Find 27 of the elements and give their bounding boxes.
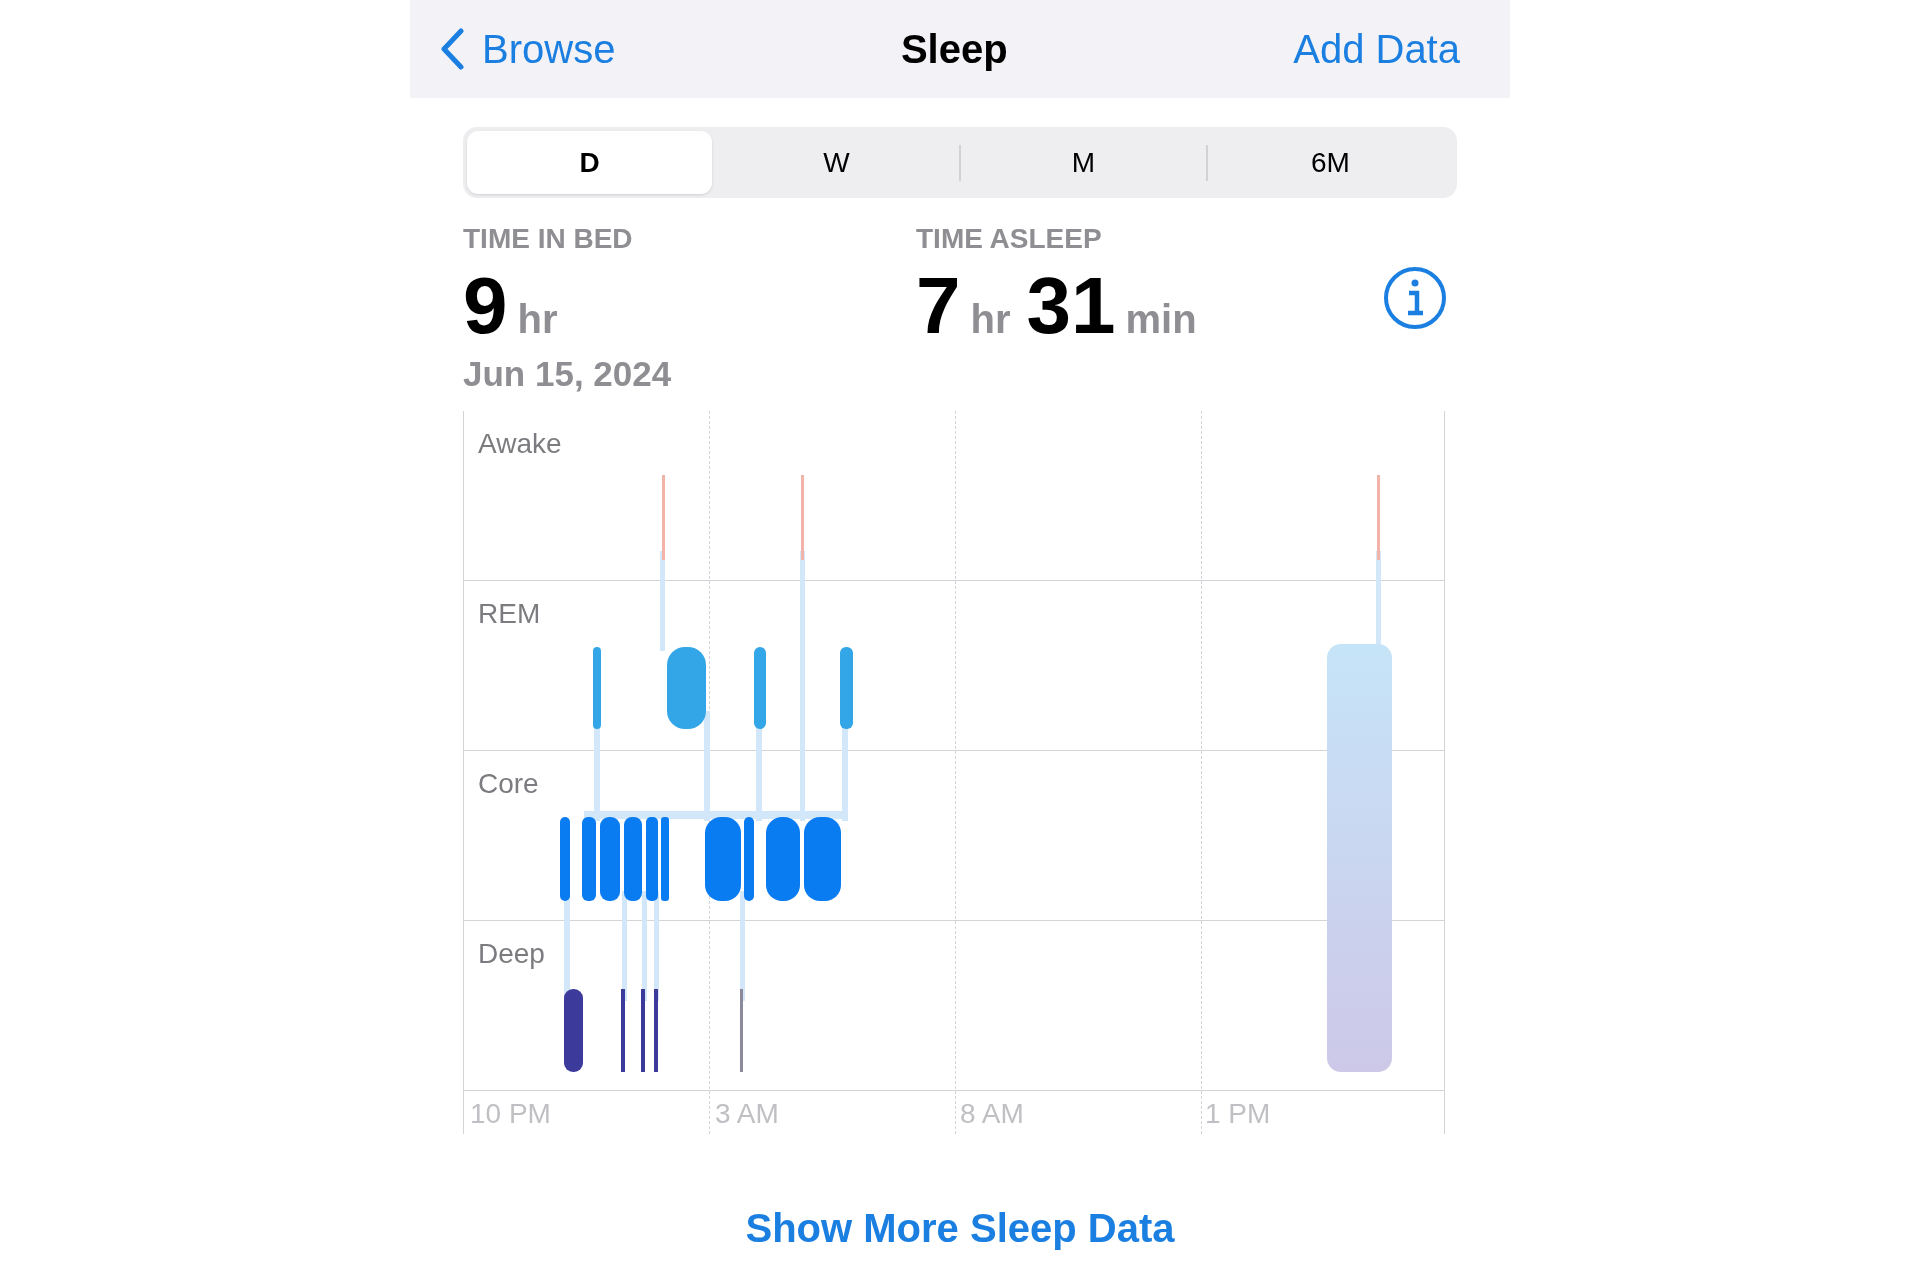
screen-title: Sleep [900, 26, 1008, 73]
stat-label: TIME IN BED [463, 222, 634, 256]
stage-label: Core [478, 767, 539, 799]
segment-tab[interactable]: 6M [1208, 131, 1453, 194]
date-label: Jun 15, 2024 [463, 353, 673, 395]
add-data-button[interactable]: Add Data [1293, 19, 1460, 79]
segment-tab[interactable]: D [467, 131, 712, 194]
chevron-left-icon [440, 28, 464, 70]
stat-value: 9 [463, 262, 508, 350]
time-axis-label: 8 AM [960, 1097, 1024, 1129]
stat-label: TIME ASLEEP [916, 222, 1103, 256]
show-more-link[interactable]: Show More Sleep Data [745, 1197, 1175, 1258]
time-axis-label: 10 PM [470, 1097, 551, 1129]
time-axis-label: 3 AM [715, 1097, 779, 1129]
segment-tab[interactable]: W [714, 131, 959, 194]
segment-tab[interactable]: M [961, 131, 1206, 194]
stage-label: Awake [478, 427, 562, 459]
stat-value: 31 [1026, 262, 1116, 350]
stat-unit: hr [970, 296, 1011, 343]
stat-value: 7 [916, 262, 961, 350]
back-button[interactable]: Browse [440, 19, 616, 79]
stage-label: REM [478, 597, 541, 629]
stat-unit: hr [517, 296, 558, 343]
info-icon[interactable] [1383, 266, 1447, 330]
time-axis-label: 1 PM [1205, 1097, 1271, 1129]
stat-unit: min [1125, 296, 1197, 343]
stage-label: Deep [478, 937, 545, 969]
